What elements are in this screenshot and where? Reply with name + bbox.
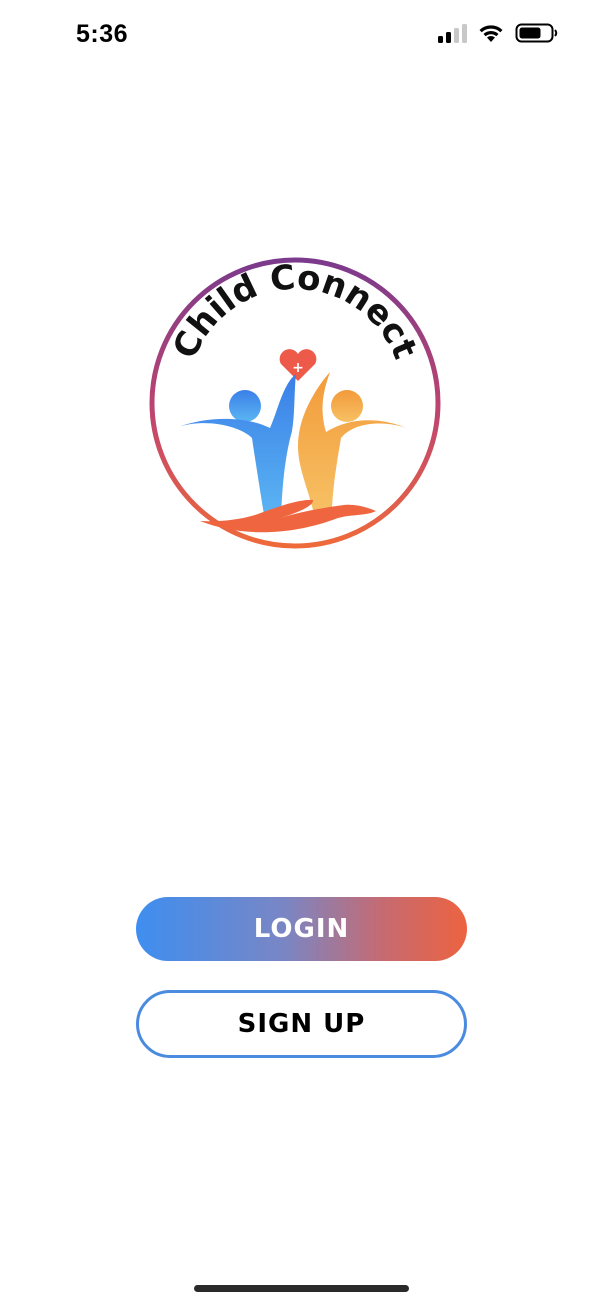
heart-icon: + <box>279 349 317 381</box>
blue-figure-icon <box>178 374 296 521</box>
status-time: 5:36 <box>76 20 129 48</box>
app-logo: Child Connect + <box>148 256 442 550</box>
status-bar: 5:36 <box>0 0 603 72</box>
status-icons <box>438 22 559 44</box>
logo-brand-text: Child Connect <box>165 257 425 364</box>
signal-icon <box>438 23 467 43</box>
signup-button[interactable]: SIGN UP <box>136 990 467 1058</box>
battery-icon <box>515 23 558 43</box>
hand-icon <box>200 499 376 533</box>
wifi-icon <box>479 25 503 42</box>
logo-graphic: Child Connect + <box>149 257 441 549</box>
svg-text:+: + <box>292 360 304 376</box>
login-button[interactable]: LOGIN <box>136 897 467 961</box>
home-indicator[interactable] <box>194 1285 409 1292</box>
orange-figure-icon <box>298 372 407 514</box>
